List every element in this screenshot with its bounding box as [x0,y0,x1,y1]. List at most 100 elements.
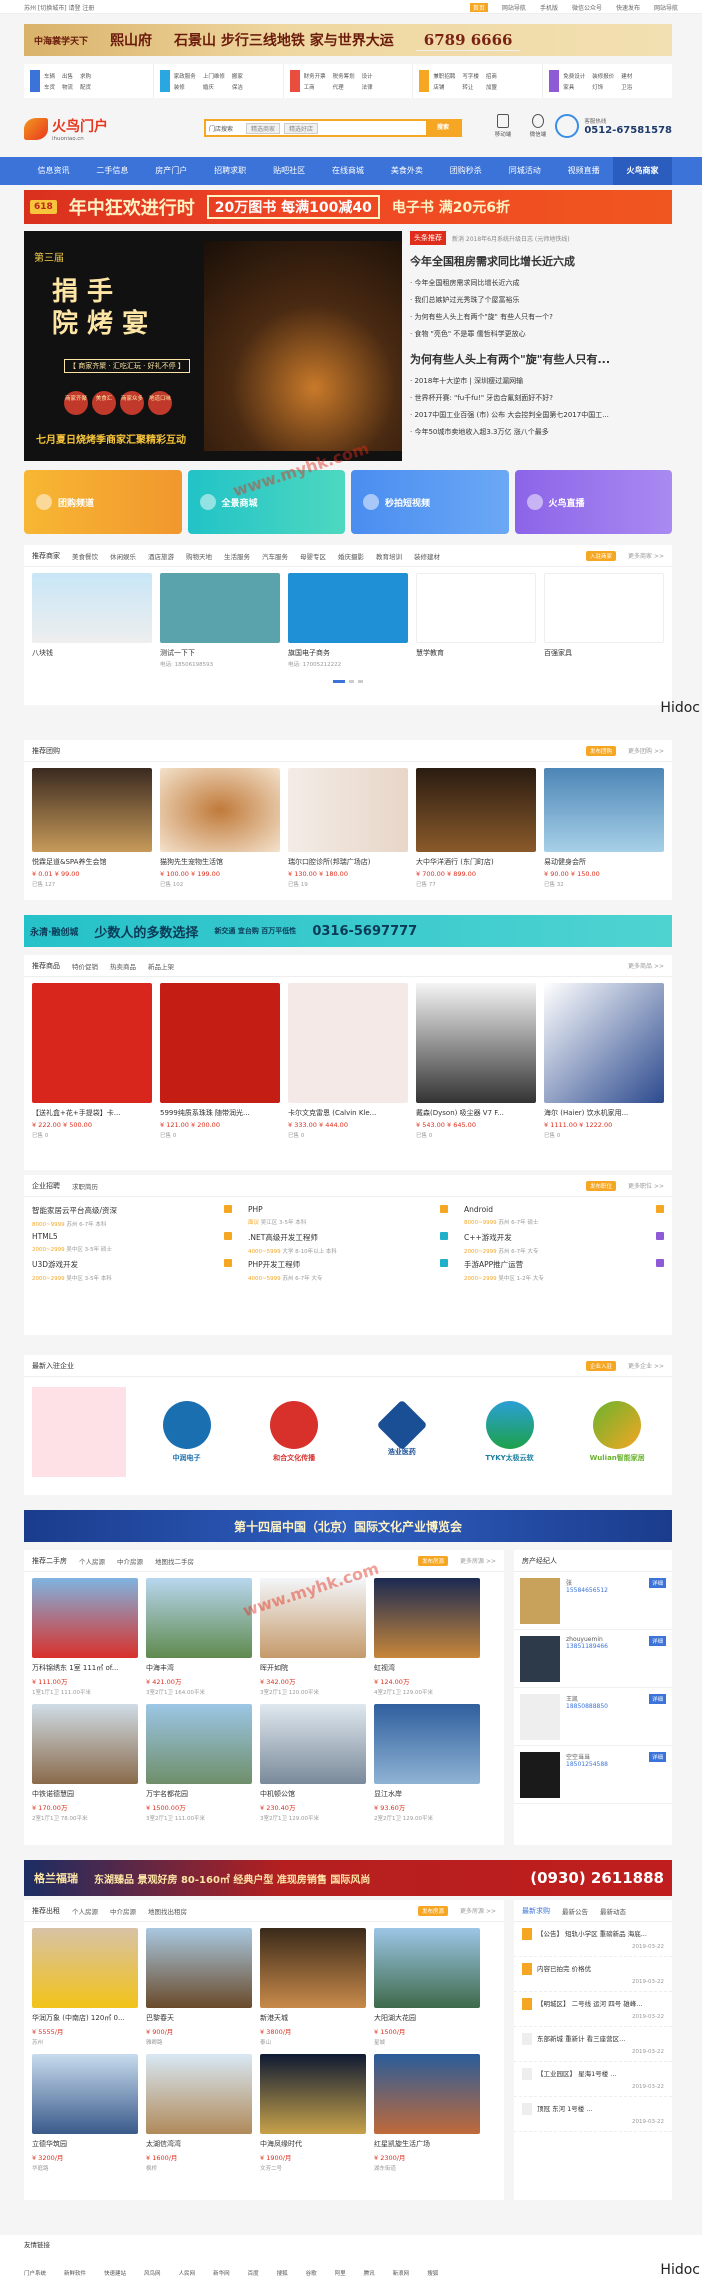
company-logo[interactable]: 浩业医药 [355,1387,449,1477]
job-item[interactable]: .NET高级开发工程师 4000~5999 大学 8-10年以上 本科 [248,1232,448,1255]
notice-item[interactable]: 东部新城 重新计 看三座营区... 2019-03-22 [514,2027,672,2062]
tab-latest-news[interactable]: 最新动态 [600,1906,626,1916]
quick-link[interactable]: 加盟 [486,83,497,91]
site-logo[interactable]: 火鸟门户 ihuoniao.cn [24,116,108,142]
notice-item[interactable]: 【公告】 短轨小学区 重磅新品 海底... 2019-03-22 [514,1922,672,1957]
friend-link[interactable]: 搜狐 [277,2269,288,2277]
top-link-home[interactable]: 首页 [469,3,488,12]
quick-link[interactable]: 装修 [174,83,196,91]
house-card[interactable]: 虹视湾 ¥ 124.00万 4室2厅1卫 129.00平米 [374,1578,480,1696]
quick-link[interactable]: 出售 [62,72,73,80]
quick-link[interactable]: 求购 [80,72,91,80]
publish-job-button[interactable]: 发布职位 [586,1180,617,1191]
friend-link[interactable]: 搜狐 [427,2269,438,2277]
quick-link[interactable]: 法律 [362,83,373,91]
deal-card[interactable]: 猫狗先生宠物生活馆 ¥ 100.00 ¥ 199.00 已售 102 [160,768,280,888]
nav-item-mall[interactable]: 在线商城 [319,157,378,185]
tile-video[interactable]: 秒拍短视频 [351,470,509,534]
more-jobs-link[interactable]: 更多职位 >> [628,1181,664,1190]
tab-rent-agency[interactable]: 中介房源 [110,1906,136,1916]
agent-item[interactable]: 空空当当 18501254588 详细 [514,1746,672,1804]
tab-life[interactable]: 生活服务 [224,551,250,561]
headline-1[interactable]: 今年全国租房需求同比增长近六成 [410,253,672,269]
tab-personal[interactable]: 个人房源 [79,1556,105,1566]
house-card[interactable]: 中机顿公馆 ¥ 230.40万 3室2厅1卫 129.00平米 [260,1704,366,1822]
quick-link[interactable]: 设计 [362,72,373,80]
agent-detail-button[interactable]: 详细 [648,1694,666,1704]
friend-link[interactable]: 谷歌 [306,2269,317,2277]
job-item[interactable]: 智能家居云平台高级/资深 8000~9999 苏州 6-7年 本科 [32,1205,232,1228]
quick-link[interactable]: 免费设计 [563,72,585,80]
tab-education[interactable]: 教育培训 [376,551,402,561]
more-companies-link[interactable]: 更多企业 >> [628,1361,664,1370]
job-item[interactable]: 手游APP推广运营 2000~2999 吴中区 1-2年 大专 [464,1259,664,1282]
tab-leisure[interactable]: 休闲娱乐 [110,551,136,561]
rent-card[interactable]: 巴黎春天 ¥ 900/月 雅卿路 [146,1928,252,2046]
news-item[interactable]: 今年全国租房需求同比增长近六成 [410,275,672,292]
nav-item-food[interactable]: 美食外卖 [377,157,436,185]
quick-link[interactable]: 车辆 [44,72,55,80]
rent-card[interactable]: 立德华筑园 ¥ 3200/月 华庭路 [32,2054,138,2172]
quick-link[interactable]: 车货 [44,83,55,91]
join-merchant-button[interactable]: 入驻商家 [586,550,617,561]
tab-food[interactable]: 美食餐饮 [72,551,98,561]
product-card[interactable]: 5999纯质系珠珠 随带润光... ¥ 121.00 ¥ 200.00 已售 0 [160,983,280,1139]
agent-detail-button[interactable]: 详细 [648,1752,666,1762]
top-link-nav[interactable]: 网站导航 [502,3,526,12]
agent-detail-button[interactable]: 详细 [648,1578,666,1588]
company-logo[interactable] [32,1387,126,1477]
friend-link[interactable]: 腾讯 [364,2269,375,2277]
tab-decor[interactable]: 装修建材 [414,551,440,561]
search-button[interactable]: 搜索 [426,121,460,135]
top-link-mobile[interactable]: 手机版 [540,3,558,12]
publish-house-button[interactable]: 发布房源 [418,1555,449,1566]
deal-card[interactable]: 大中华洋酒行 (东门町店) ¥ 700.00 ¥ 899.00 已售 77 [416,768,536,888]
estate-ad-banner-2[interactable]: 格兰福瑞 东湖臻品 景观好房 80-160㎡ 经典户型 准现房销售 国际风尚 (… [24,1860,672,1896]
product-card[interactable]: 海尔 (Haier) 饮水机家用... ¥ 1111.00 ¥ 1222.00 已售… [544,983,664,1139]
company-logo[interactable]: 中润电子 [140,1387,234,1477]
search-category-select[interactable]: 门店搜索 [206,124,246,133]
tile-groupbuy[interactable]: 团购频道 [24,470,182,534]
quick-link[interactable]: 卫浴 [621,83,632,91]
carousel-dots[interactable] [24,680,672,683]
rent-card[interactable]: 新港天城 ¥ 3800/月 泰山 [260,1928,366,2046]
job-item[interactable]: U3D游戏开发 2000~2999 吴中区 3-5年 本科 [32,1259,232,1282]
news-item[interactable]: 我们总嫉妒过光秀珠了个屋富裕乐 [410,292,672,309]
quick-link[interactable]: 建材 [621,72,632,80]
deal-card[interactable]: 瑞尔口腔诊所(邦瑞广场店) ¥ 130.00 ¥ 180.00 已售 19 [288,768,408,888]
tab-agency[interactable]: 中介房源 [117,1556,143,1566]
more-merchants-link[interactable]: 更多商家 >> [628,551,664,560]
friend-link[interactable]: 阿里 [335,2269,346,2277]
quick-link[interactable]: 兼职招聘 [433,72,455,80]
quick-link[interactable]: 税务筹划 [333,72,355,80]
quick-link[interactable]: 代理 [333,83,355,91]
quick-link[interactable]: 保洁 [232,83,243,91]
friend-link[interactable]: 快速建站 [104,2269,126,2277]
agent-item[interactable]: 王凯 18850888850 详细 [514,1688,672,1746]
search-tag[interactable]: 精选好店 [284,122,319,134]
house-card[interactable]: 显江水岸 ¥ 93.60万 2室2厅1卫 129.00平米 [374,1704,480,1822]
company-logo[interactable]: 和合文化传播 [247,1387,341,1477]
company-join-button[interactable]: 企业入驻 [586,1360,617,1371]
merchant-card[interactable]: 旗国电子商务 电话: 17005212222 [288,573,408,668]
quick-link[interactable]: 招商 [486,72,497,80]
nav-item-forum[interactable]: 贴吧社区 [260,157,319,185]
quick-link[interactable]: 装修报价 [592,72,614,80]
friend-link[interactable]: 新鲜软件 [64,2269,86,2277]
nav-item-jobs[interactable]: 招聘求职 [201,157,260,185]
tab-secondhand-house[interactable]: 推荐二手房 [32,1556,67,1566]
product-card[interactable]: 【送礼盒+花+手提袋】卡... ¥ 222.00 ¥ 500.00 已售 0 [32,983,152,1139]
job-item[interactable]: HTML5 2000~2999 吴中区 3-5年 硕士 [32,1232,232,1255]
friend-link[interactable]: 人民网 [179,2269,196,2277]
deal-card[interactable]: 易动健身会所 ¥ 90.00 ¥ 150.00 已售 32 [544,768,664,888]
tab-hotel[interactable]: 酒店旅游 [148,551,174,561]
quick-link[interactable]: 家政服务 [174,72,196,80]
quick-link[interactable]: 工商 [304,83,326,91]
tab-latest-notice[interactable]: 最新公告 [562,1906,588,1916]
quick-link[interactable]: 婚庆 [203,83,225,91]
more-rent-link[interactable]: 更多房源 >> [460,1906,496,1915]
quick-link[interactable]: 配货 [80,83,91,91]
hero-slider[interactable]: 第三届 捐 手 院 烤 宴 【 商家齐聚 · 汇吃汇玩 · 好礼不停 】 商家齐… [24,231,402,461]
tab-auto[interactable]: 汽车服务 [262,551,288,561]
top-link-publish[interactable]: 快速发布 [616,3,640,12]
